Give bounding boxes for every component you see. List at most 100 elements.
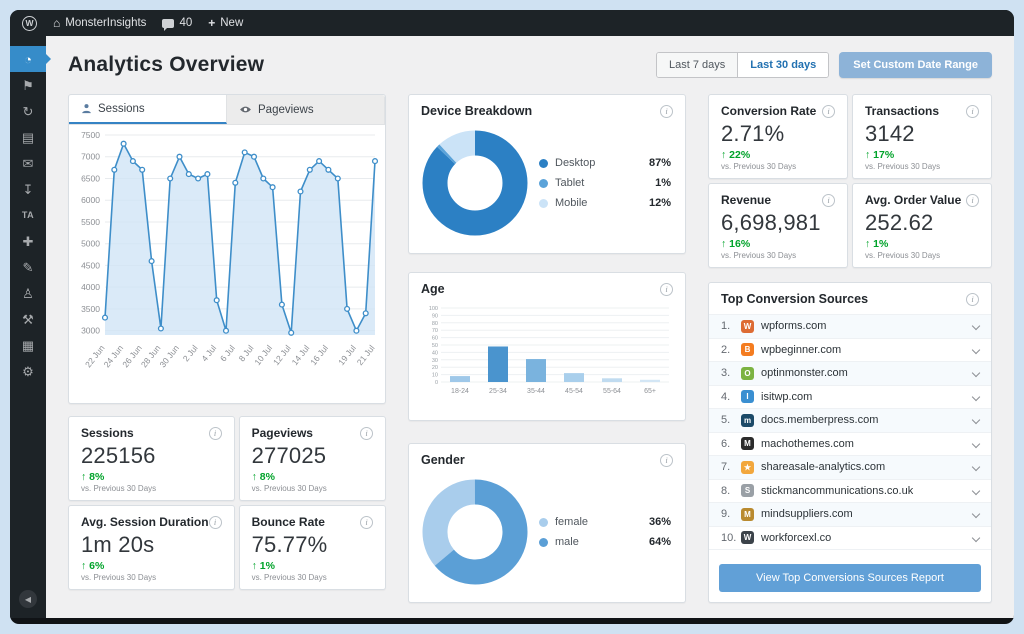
- sidebar-item-pin[interactable]: ⚑: [10, 72, 46, 98]
- sidebar-item-settings[interactable]: ⚙: [10, 358, 46, 384]
- sidebar-item-tools[interactable]: ⚒: [10, 306, 46, 332]
- favicon-icon: M: [741, 507, 754, 521]
- stat-card-delta: ↑ 16%: [721, 238, 751, 250]
- info-icon[interactable]: i: [660, 453, 673, 467]
- svg-text:6500: 6500: [81, 173, 100, 183]
- svg-text:10: 10: [432, 373, 438, 379]
- gender-donut-row: female 36% male 64%: [409, 472, 685, 602]
- sidebar-item-ta[interactable]: TA: [10, 202, 46, 228]
- source-row[interactable]: 10. Wworkforcexl.co: [709, 527, 991, 550]
- stat-card-title: Transactions: [865, 104, 940, 118]
- info-icon[interactable]: i: [208, 426, 222, 440]
- sidebar-item-appearance[interactable]: ✎: [10, 254, 46, 280]
- chevron-down-icon[interactable]: [971, 486, 981, 495]
- user-icon: ♙: [22, 285, 34, 301]
- stat-card-avg-order-value: Avg. Order Value i 252.62 ↑ 1% vs. Previous …: [852, 183, 992, 268]
- sidebar-item-downloads[interactable]: ↧: [10, 176, 46, 202]
- wordpress-menu[interactable]: W: [22, 15, 37, 31]
- source-domain: isitwp.com: [761, 390, 813, 403]
- view-top-conversions-report-button[interactable]: View Top Conversions Sources Report: [719, 564, 981, 592]
- source-row[interactable]: 5. m docs.memberpress.com: [709, 409, 991, 433]
- stat-card-title: Bounce Rate: [251, 515, 325, 529]
- svg-text:90: 90: [432, 313, 438, 319]
- info-icon[interactable]: i: [966, 193, 979, 207]
- sidebar-item-users[interactable]: ♙: [10, 280, 46, 306]
- source-rank: 6.: [721, 437, 731, 450]
- comments-menu[interactable]: 40: [162, 17, 192, 31]
- site-name-menu[interactable]: ⌂ MonsterInsights: [53, 17, 146, 29]
- grid-icon: ▦: [21, 337, 35, 353]
- svg-text:5000: 5000: [81, 239, 100, 249]
- source-list: 1. Wwpforms.com 2. Bwpbeginner.com 3. Ooptinm…: [709, 315, 991, 556]
- source-row[interactable]: 8. Sstickmancommunications.co.uk: [709, 480, 991, 503]
- stat-card-delta: ↑ 8%: [81, 471, 105, 483]
- stat-card-compare: vs. Previous 30 Days: [251, 484, 327, 493]
- sidebar-item-comments[interactable]: ✉: [10, 150, 46, 176]
- sidebar-item-plugins[interactable]: ✚: [10, 228, 46, 254]
- legend-dot: [539, 198, 548, 208]
- last-30-days-button[interactable]: Last 30 days: [737, 53, 829, 77]
- plus-icon: +: [208, 16, 216, 30]
- new-label: New: [220, 17, 244, 29]
- source-row[interactable]: 1. Wwpforms.com: [709, 315, 991, 339]
- info-icon[interactable]: i: [208, 515, 222, 529]
- source-row[interactable]: 7. ★ shareasale-analytics.com: [709, 456, 991, 480]
- top-conversion-sources-panel: Top Conversion Sources i 1. Wwpforms.com 2…: [708, 282, 992, 603]
- chevron-down-icon[interactable]: [971, 416, 981, 425]
- info-icon[interactable]: i: [660, 282, 673, 296]
- new-content-menu[interactable]: + New: [208, 16, 243, 30]
- chevron-down-icon[interactable]: [971, 369, 981, 378]
- stat-card-delta: ↑ 22%: [721, 149, 751, 161]
- sidebar-item-monsterinsights[interactable]: ◔: [10, 46, 51, 72]
- tab-pageviews[interactable]: Pageviews: [227, 95, 385, 124]
- wp-admin-sidebar: ◔ ⚑ ↻ ▤ ✉ ↧ TA ✚ ✎ ♙ ⚒ ▦ ⚙ ◀: [10, 36, 51, 618]
- info-icon[interactable]: i: [360, 515, 373, 529]
- svg-text:6 Jul: 6 Jul: [218, 343, 237, 363]
- legend-value: 1%: [655, 177, 671, 189]
- wp-admin-bar: W ⌂ MonsterInsights 40 + New: [10, 10, 1014, 36]
- source-row[interactable]: 6. Mmachothemes.com: [709, 433, 991, 456]
- source-row[interactable]: 4. Iisitwp.com: [709, 386, 991, 409]
- info-icon[interactable]: i: [966, 104, 979, 118]
- svg-text:7000: 7000: [81, 152, 100, 162]
- chevron-down-icon[interactable]: [971, 533, 981, 542]
- legend-item: male 64%: [539, 536, 671, 548]
- collapse-arrow-icon: ◀: [24, 594, 32, 604]
- legend-item: Desktop 87%: [539, 157, 671, 169]
- pin-icon: ⚑: [22, 77, 34, 93]
- person-icon: [82, 104, 91, 114]
- chevron-down-icon[interactable]: [971, 463, 981, 472]
- sidebar-item-updates[interactable]: ↻: [10, 98, 46, 124]
- stat-card-revenue: Revenue i 6,698,981 ↑ 16% vs. Previous 30 Da…: [708, 183, 848, 268]
- info-icon[interactable]: i: [822, 104, 835, 118]
- svg-text:25-34: 25-34: [489, 388, 507, 395]
- sidebar-collapse-button[interactable]: ◀: [19, 590, 37, 608]
- stat-card-delta: ↑ 1%: [251, 560, 275, 572]
- info-icon[interactable]: i: [360, 426, 373, 440]
- source-domain: optinmonster.com: [761, 367, 848, 380]
- source-row[interactable]: 9. Mmindsuppliers.com: [709, 503, 991, 527]
- legend-label: Mobile: [555, 197, 588, 209]
- sidebar-item-pages[interactable]: ▤: [10, 124, 46, 150]
- svg-text:7500: 7500: [81, 130, 100, 140]
- svg-text:10 Jul: 10 Jul: [252, 343, 274, 367]
- tab-sessions[interactable]: Sessions: [69, 95, 227, 124]
- chevron-down-icon[interactable]: [971, 392, 981, 401]
- chevron-down-icon[interactable]: [971, 345, 981, 354]
- info-icon[interactable]: i: [822, 193, 835, 207]
- source-row[interactable]: 2. Bwpbeginner.com: [709, 339, 991, 362]
- source-row[interactable]: 3. Ooptinmonster.com: [709, 362, 991, 386]
- panel-head: Device Breakdown i: [409, 95, 685, 123]
- chevron-down-icon[interactable]: [971, 439, 981, 448]
- svg-text:100: 100: [429, 306, 438, 312]
- last-7-days-button[interactable]: Last 7 days: [656, 53, 738, 77]
- chevron-down-icon[interactable]: [971, 322, 981, 331]
- sidebar-item-media[interactable]: ▦: [10, 332, 46, 358]
- info-icon[interactable]: i: [660, 104, 673, 118]
- stat-card-value: 6,698,981: [721, 210, 821, 235]
- chevron-down-icon[interactable]: [971, 510, 981, 519]
- stat-card-compare: vs. Previous 30 Days: [865, 251, 941, 260]
- info-icon[interactable]: i: [966, 292, 979, 306]
- set-custom-date-range-button[interactable]: Set Custom Date Range: [839, 52, 992, 78]
- svg-text:21 Jul: 21 Jul: [355, 343, 377, 367]
